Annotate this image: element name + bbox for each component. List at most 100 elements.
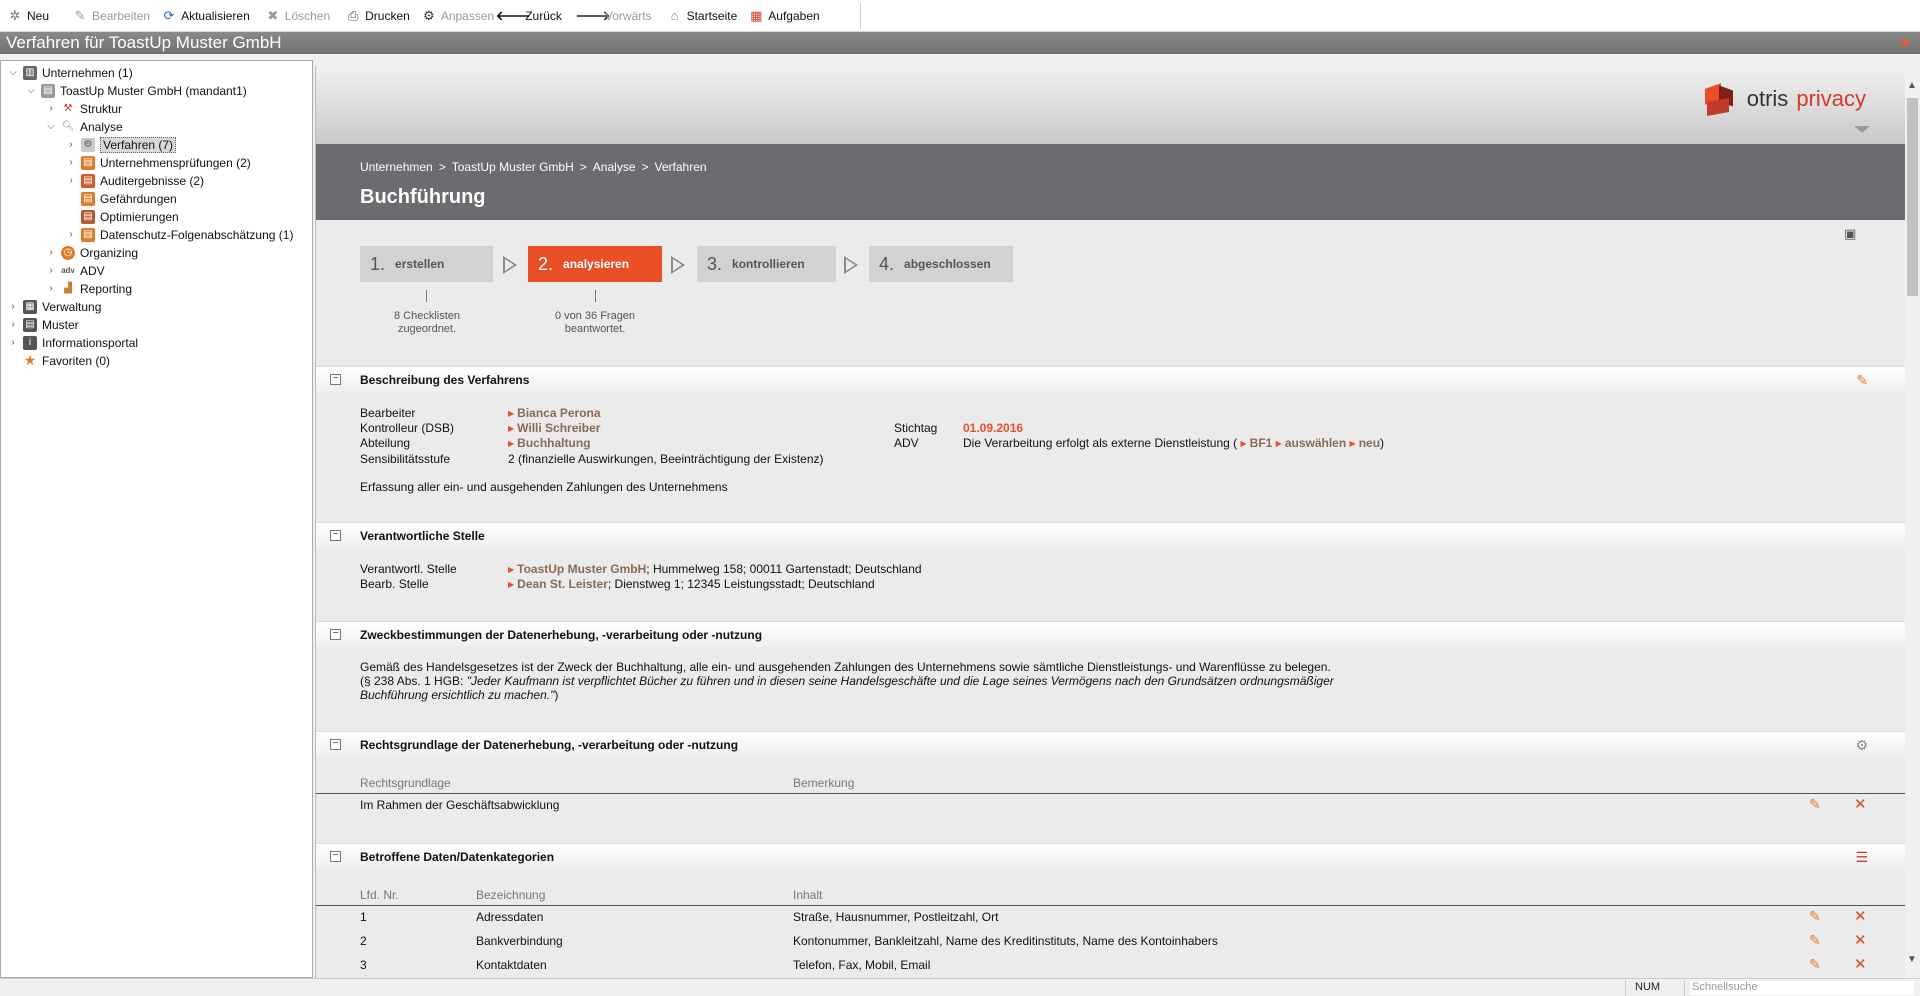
tree-node-companies[interactable]: ⌵ ▥ Unternehmen (1) bbox=[7, 64, 133, 81]
breadcrumb-item[interactable]: ToastUp Muster GmbH bbox=[452, 160, 574, 174]
scroll-down-icon[interactable]: ▼ bbox=[1907, 954, 1917, 965]
edit-pencil-icon[interactable]: ✎ bbox=[1809, 932, 1821, 949]
workflow-config-icon[interactable]: ▣ bbox=[1844, 226, 1856, 242]
delete-button[interactable]: ✖ Löschen bbox=[266, 4, 330, 28]
department-value[interactable]: ▶ Buchhaltung bbox=[508, 436, 590, 450]
edit-button[interactable]: ✎ Bearbeiten bbox=[73, 4, 151, 28]
tree-node-company[interactable]: ⌵ ▤ ToastUp Muster GmbH (mandant1) bbox=[25, 82, 247, 99]
expand-icon[interactable]: › bbox=[45, 247, 57, 258]
tree-node-structure[interactable]: › ⚒ Struktur bbox=[45, 100, 122, 117]
quick-search-input[interactable]: Schnellsuche bbox=[1690, 981, 1914, 995]
status-bar: NUM Schnellsuche bbox=[0, 978, 1920, 996]
delete-x-icon[interactable]: ✕ bbox=[1854, 931, 1867, 949]
gear-icon[interactable]: ⚙ bbox=[1855, 737, 1868, 754]
collapse-icon[interactable]: ⌵ bbox=[25, 85, 37, 96]
expand-icon[interactable]: › bbox=[45, 265, 57, 276]
collapse-icon[interactable]: ⌵ bbox=[45, 121, 57, 132]
scroll-up-icon[interactable]: ▲ bbox=[1907, 80, 1917, 91]
edit-pencil-icon[interactable]: ✎ bbox=[1809, 796, 1821, 813]
delete-x-icon[interactable]: ✕ bbox=[1854, 795, 1867, 813]
expand-icon[interactable]: › bbox=[65, 157, 77, 168]
adv-bf1-link[interactable]: BF1 bbox=[1250, 436, 1273, 450]
back-button[interactable]: 🡐 Zurück bbox=[496, 4, 562, 28]
expand-icon[interactable]: › bbox=[7, 319, 19, 330]
processor-link[interactable]: Dean St. Leister bbox=[517, 577, 608, 591]
collapse-section-icon[interactable]: − bbox=[330, 739, 341, 750]
delete-x-icon[interactable]: ✕ bbox=[1854, 907, 1867, 925]
tasks-button[interactable]: ▦ Aufgaben bbox=[749, 4, 820, 28]
print-button[interactable]: ⎙ Drucken bbox=[346, 4, 410, 28]
collapse-section-icon[interactable]: − bbox=[330, 629, 341, 640]
tree-node-reporting[interactable]: › ▟ Reporting bbox=[45, 280, 132, 297]
list-icon[interactable]: ☰ bbox=[1855, 849, 1868, 866]
tree-node-templates[interactable]: › ▤ Muster bbox=[7, 316, 79, 333]
pencil-icon[interactable]: ✎ bbox=[1856, 372, 1868, 389]
expand-icon[interactable]: › bbox=[45, 103, 57, 114]
responsible-link[interactable]: ToastUp Muster GmbH bbox=[517, 562, 646, 576]
collapse-section-icon[interactable]: − bbox=[330, 851, 341, 862]
expand-icon[interactable]: › bbox=[45, 283, 57, 294]
window-title: Verfahren für ToastUp Muster GmbH bbox=[6, 33, 282, 52]
adv-select-link[interactable]: auswählen bbox=[1285, 436, 1346, 450]
adv-new-link[interactable]: neu bbox=[1359, 436, 1380, 450]
edit-pencil-icon[interactable]: ✎ bbox=[1809, 908, 1821, 925]
editor-value[interactable]: ▶ Bianca Perona bbox=[508, 406, 601, 420]
tree-node-hazards[interactable]: ▤ Gefährdungen bbox=[65, 190, 177, 207]
home-button[interactable]: ⌂ Startseite bbox=[668, 4, 738, 28]
settings-icon[interactable]: ✹ bbox=[1900, 36, 1914, 50]
row-name-cell: Kontaktdaten bbox=[476, 958, 547, 972]
banner-collapse-icon[interactable] bbox=[1854, 126, 1870, 133]
purpose-text: Buchführung ersichtlich zu machen.") bbox=[360, 688, 559, 702]
forward-button[interactable]: 🡒 Vorwärts bbox=[575, 4, 651, 28]
tree-node-favorites[interactable]: ★ Favoriten (0) bbox=[7, 352, 110, 369]
scrollbar-thumb[interactable] bbox=[1907, 98, 1918, 296]
breadcrumb-item[interactable]: Unternehmen bbox=[360, 160, 433, 174]
tree-node-dpia[interactable]: › ▤ Datenschutz-Folgenabschätzung (1) bbox=[65, 226, 293, 243]
collapse-section-icon[interactable]: − bbox=[330, 530, 341, 541]
breadcrumb-separator: > bbox=[641, 160, 649, 174]
tree-node-adv[interactable]: › adv ADV bbox=[45, 262, 104, 279]
breadcrumb-item[interactable]: Analyse bbox=[593, 160, 636, 174]
expand-icon[interactable]: › bbox=[65, 139, 77, 150]
collapse-section-icon[interactable]: − bbox=[330, 374, 341, 385]
step-create[interactable]: 1. erstellen bbox=[360, 246, 493, 282]
expand-icon[interactable]: › bbox=[7, 301, 19, 312]
tree-node-administration[interactable]: › ▦ Verwaltung bbox=[7, 298, 101, 315]
tree-node-optimizations[interactable]: ▤ Optimierungen bbox=[65, 208, 179, 225]
delete-x-icon[interactable]: ✕ bbox=[1854, 955, 1867, 973]
tree-node-analysis[interactable]: ⌵ 🔍︎ Analyse bbox=[45, 118, 123, 135]
company-icon: ▤ bbox=[41, 83, 55, 98]
tree-node-procedures[interactable]: › ⚙ Verfahren (7) bbox=[65, 136, 177, 153]
refresh-icon: ⟳ bbox=[163, 7, 175, 23]
expand-icon[interactable]: › bbox=[7, 337, 19, 348]
link-arrow-icon: ▶ bbox=[508, 424, 515, 433]
customize-button[interactable]: ⚙ Anpassen bbox=[422, 4, 494, 28]
tree-node-organizing[interactable]: › ◷ Organizing bbox=[45, 244, 138, 261]
collapse-icon[interactable]: ⌵ bbox=[7, 67, 19, 78]
date-label: Stichtag bbox=[894, 421, 938, 435]
section-purpose-header: − Zweckbestimmungen der Datenerhebung, -… bbox=[316, 621, 1905, 647]
navigation-tree: ⌵ ▥ Unternehmen (1) ⌵ ▤ ToastUp Muster GmbH … bbox=[0, 60, 313, 978]
row-no-cell: 3 bbox=[360, 958, 367, 972]
sensitivity-value: 2 (finanzielle Auswirkungen, Beeinträcht… bbox=[508, 452, 824, 466]
link-arrow-icon: ▶ bbox=[1240, 439, 1247, 448]
refresh-button[interactable]: ⟳ Aktualisieren bbox=[162, 4, 250, 28]
step-done[interactable]: 4. abgeschlossen bbox=[869, 246, 1013, 282]
vertical-scrollbar[interactable]: ▲ ▼ bbox=[1905, 78, 1920, 978]
tree-node-info-portal[interactable]: › i Informationsportal bbox=[7, 334, 138, 351]
breadcrumb-item[interactable]: Verfahren bbox=[655, 160, 707, 174]
table-divider bbox=[316, 905, 1905, 906]
new-button[interactable]: ✲ Neu bbox=[8, 4, 49, 28]
tree-node-audit-results[interactable]: › ▤ Auditergebnisse (2) bbox=[65, 172, 204, 189]
expand-icon[interactable]: › bbox=[65, 229, 77, 240]
step-control[interactable]: 3. kontrollieren bbox=[697, 246, 836, 282]
expand-icon[interactable]: › bbox=[65, 175, 77, 186]
step-arrow-icon bbox=[671, 256, 685, 274]
controller-value[interactable]: ▶ Willi Schreiber bbox=[508, 421, 600, 435]
row-no-cell: 2 bbox=[360, 934, 367, 948]
page-header: Unternehmen > ToastUp Muster GmbH > Anal… bbox=[316, 144, 1905, 220]
edit-pencil-icon[interactable]: ✎ bbox=[1809, 956, 1821, 973]
info-icon: i bbox=[23, 335, 37, 350]
tree-node-audits[interactable]: › ▤ Unternehmensprüfungen (2) bbox=[65, 154, 251, 171]
step-analyze[interactable]: 2. analysieren bbox=[528, 246, 662, 282]
